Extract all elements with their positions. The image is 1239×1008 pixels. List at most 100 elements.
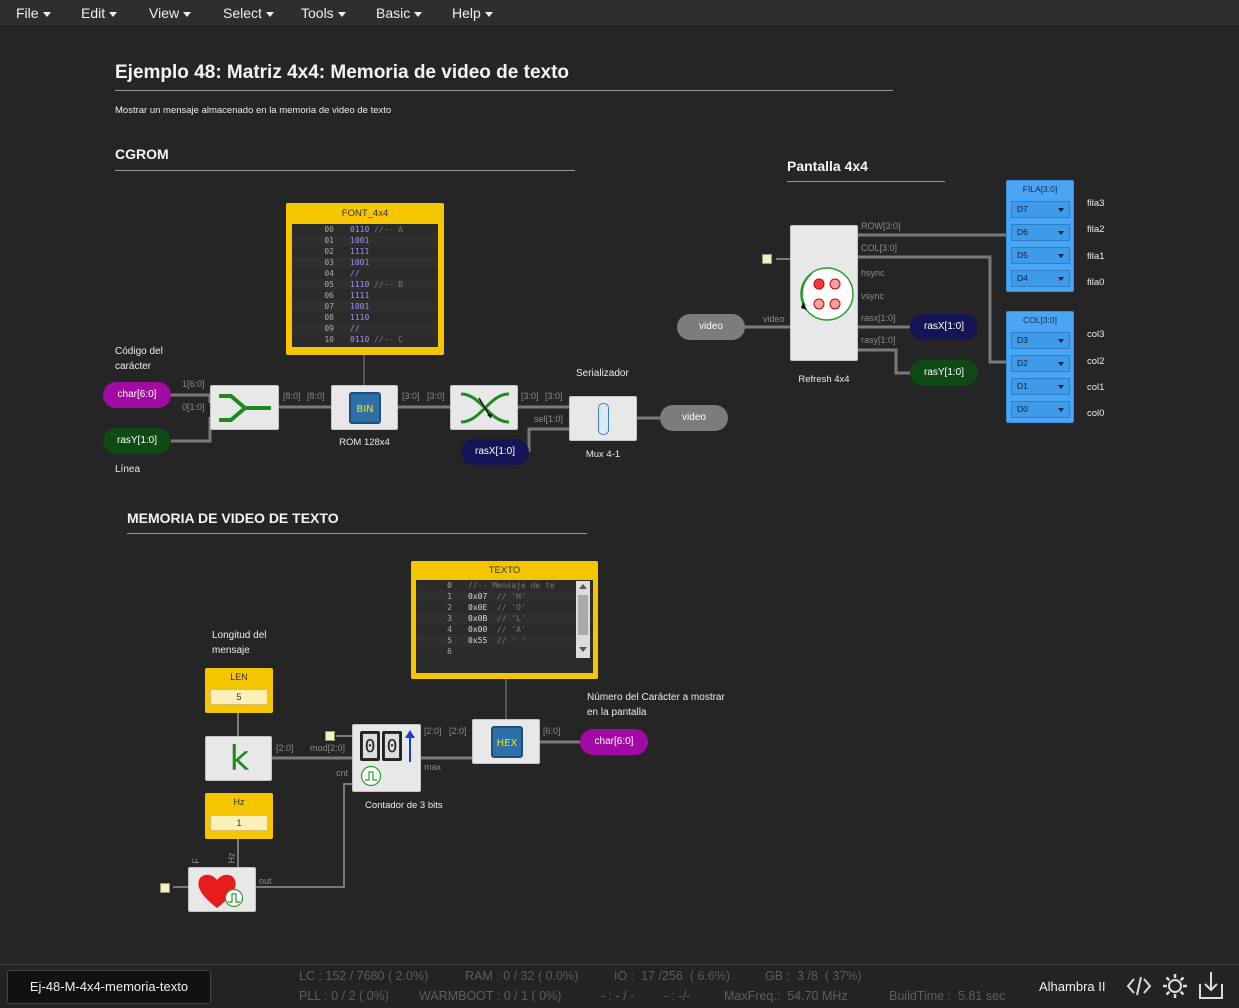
board-name[interactable]: Alhambra II (1039, 979, 1105, 994)
menu-view[interactable]: View (149, 0, 192, 27)
clock-pulse-icon (224, 888, 244, 908)
chevron-down-icon (1058, 254, 1064, 258)
code-line[interactable]: 08 1110 (292, 312, 438, 323)
fila-name-0: fila3 (1087, 198, 1105, 209)
code-line[interactable]: 01 1001 (292, 235, 438, 246)
upload-to-board-icon[interactable] (1198, 970, 1224, 1002)
col-pin-select-3[interactable]: D0 (1011, 401, 1070, 418)
font-rom-editor[interactable]: 00 0110 //-- A 01 1001 02 1111 03 1001 04//05 111… (292, 224, 438, 347)
menu-basic[interactable]: Basic (376, 0, 423, 27)
line-number: 07 (324, 302, 334, 311)
hz-constant[interactable]: Hz 1 (205, 793, 273, 839)
code-line[interactable]: 0 //-- Mensaje de te (416, 580, 593, 591)
scroll-up-icon[interactable] (579, 584, 587, 589)
counter-label: Contador de 3 bits (365, 800, 443, 811)
status-bar: Ej-48-M-4x4-memoria-texto LC : 152 / 768… (0, 964, 1239, 1008)
fila-pin-select-1[interactable]: D6 (1011, 224, 1070, 241)
code-line[interactable]: 09 // (292, 323, 438, 334)
file-tab[interactable]: Ej-48-M-4x4-memoria-texto (7, 970, 211, 1004)
fila-pin-select-3[interactable]: D4 (1011, 270, 1070, 287)
menu-tools[interactable]: Tools (301, 0, 346, 27)
stat-ram: RAM : 0 / 32 ( 0.0%) (465, 969, 579, 983)
wire-label-rasy: 0[1:0] (182, 402, 205, 412)
chevron-down-icon (42, 11, 51, 17)
heart-icon (198, 874, 236, 908)
line-comment: // ' ' (487, 636, 526, 645)
bus-join-block[interactable] (210, 385, 279, 430)
col-pin-select-0[interactable]: D3 (1011, 332, 1070, 349)
refresh-clock-input[interactable] (762, 254, 772, 264)
output-port-char[interactable]: char[6:0] (580, 729, 648, 755)
rom-block[interactable]: BIN (331, 385, 398, 430)
wire-label-6-0: [6:0] (543, 726, 561, 736)
line-value: 1001 (350, 236, 370, 245)
refresh-block[interactable] (790, 225, 858, 361)
input-port-video[interactable]: video (677, 314, 745, 340)
code-line[interactable]: 00 0110 //-- A (292, 224, 438, 235)
texto-scrollbar[interactable] (576, 581, 590, 658)
wire-label-2-0-b: [2:0] (424, 726, 442, 736)
len-title: LEN (230, 672, 248, 682)
menu-edit[interactable]: Edit (81, 0, 118, 27)
line-value: // (350, 324, 360, 333)
code-line[interactable]: 2 0x0E // 'O' (416, 602, 593, 613)
code-line[interactable]: 10 0110 //-- C (292, 334, 438, 345)
code-line[interactable]: 1 0x07 // 'H' (416, 591, 593, 602)
fila-pin-select-2[interactable]: D5 (1011, 247, 1070, 264)
code-line[interactable]: 05 1110 //-- B (292, 279, 438, 290)
fila-output[interactable]: FILA[3:0] D7 D6 D5 D4 (1006, 180, 1074, 292)
line-number: 2 (447, 603, 452, 612)
scroll-down-icon[interactable] (579, 647, 587, 652)
col-output[interactable]: COL[3:0] D3 D2 D1 D0 (1006, 311, 1074, 423)
menu-help[interactable]: Help (452, 0, 493, 27)
design-canvas[interactable]: Ejemplo 48: Matriz 4x4: Memoria de video… (0, 27, 1239, 964)
output-port-rasy[interactable]: rasY[1:0] (910, 360, 978, 386)
output-port-rasx[interactable]: rasX[1:0] (910, 314, 978, 340)
mux-block[interactable] (569, 396, 637, 441)
input-port-rasx[interactable]: rasX[1:0] (461, 439, 529, 465)
code-line[interactable]: 5 0x55 // ' ' (416, 635, 593, 646)
note-numero: Número del Carácter a mostrar en la pant… (587, 690, 725, 720)
wire-label-8-0-a: [8:0] (283, 391, 301, 401)
col-pin-select-2[interactable]: D1 (1011, 378, 1070, 395)
texto-memory[interactable]: TEXTO 0 //-- Mensaje de te 1 0x07 // 'H' 2 0x… (411, 561, 598, 679)
k-constant-block[interactable]: k (205, 736, 272, 781)
texto-editor[interactable]: 0 //-- Mensaje de te 1 0x07 // 'H' 2 0x0E // … (416, 580, 593, 673)
line-value: 0x55 (468, 636, 488, 645)
menu-select[interactable]: Select (223, 0, 274, 27)
heart-clock-input[interactable] (160, 883, 170, 893)
code-line[interactable]: 3 0x0B // 'L' (416, 613, 593, 624)
bus-split-block[interactable] (450, 385, 518, 430)
hz-value[interactable]: 1 (210, 815, 268, 831)
scroll-thumb[interactable] (578, 595, 588, 635)
mux-icon (598, 403, 609, 435)
code-line[interactable]: 06 1111 (292, 290, 438, 301)
chevron-down-icon (337, 11, 346, 17)
line-number: 4 (447, 625, 452, 634)
font-rom-memory[interactable]: FONT_4x4 00 0110 //-- A 01 1001 02 1111 03 1001… (286, 203, 444, 355)
code-icon[interactable] (1126, 974, 1152, 998)
gear-icon[interactable] (1161, 972, 1189, 1000)
hex-rom-block[interactable]: HEX (472, 719, 540, 764)
counter-block[interactable]: 0 0 (352, 724, 421, 792)
chevron-down-icon (1058, 362, 1064, 366)
code-line[interactable]: 02 1111 (292, 246, 438, 257)
col-pin-select-1[interactable]: D2 (1011, 355, 1070, 372)
output-port-video[interactable]: video (660, 405, 728, 431)
code-line[interactable]: 4 0x00 // 'A' (416, 624, 593, 635)
len-value[interactable]: 5 (210, 689, 268, 705)
code-line[interactable]: 04 // (292, 268, 438, 279)
input-port-char[interactable]: char[6:0] (103, 382, 171, 408)
fila-pin-select-0[interactable]: D7 (1011, 201, 1070, 218)
code-line[interactable]: 03 1001 (292, 257, 438, 268)
line-number: 1 (447, 592, 452, 601)
len-constant[interactable]: LEN 5 (205, 668, 273, 713)
code-line[interactable]: 07 1001 (292, 301, 438, 312)
stat-warmboot: WARMBOOT : 0 / 1 ( 0%) (419, 989, 562, 1003)
counter-clock-input[interactable] (325, 731, 335, 741)
input-port-rasy[interactable]: rasY[1:0] (103, 428, 171, 454)
menu-file[interactable]: File (16, 0, 51, 27)
code-line[interactable]: 6 (416, 646, 593, 657)
wire-label-2-0-c: [2:0] (449, 726, 467, 736)
heartbeat-block[interactable] (188, 867, 256, 912)
